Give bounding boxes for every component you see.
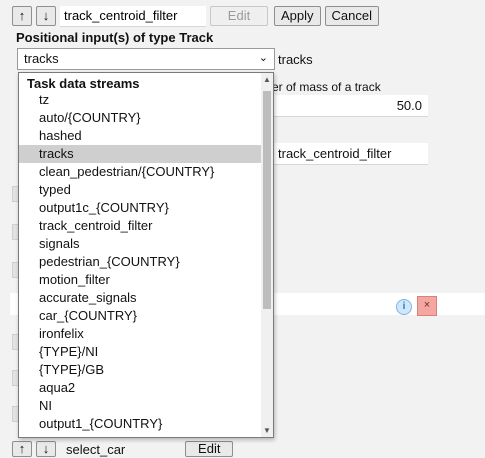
close-icon[interactable]: × [417,296,437,316]
dropdown-option[interactable]: tz [19,91,261,109]
dropdown-option[interactable]: motion_filter [19,271,261,289]
dropdown-option[interactable]: track_centroid_filter [19,217,261,235]
cancel-button[interactable]: Cancel [324,6,379,26]
dropdown-option[interactable]: NI [19,397,261,415]
scroll-thumb[interactable] [263,91,271,309]
dropdown-option[interactable]: pedestrian_{COUNTRY} [19,253,261,271]
move-down-button[interactable]: ↓ [36,441,56,457]
dropdown-option[interactable]: accurate_signals [19,289,261,307]
bottom-toolbar: ↑ ↓ select_car Edit [12,440,234,458]
dropdown-scrollbar[interactable]: ▲ ▼ [261,73,273,437]
dropdown-option[interactable]: tracks [19,145,261,163]
apply-button[interactable]: Apply [274,6,321,26]
scroll-down-icon[interactable]: ▼ [263,426,271,435]
dropdown-option[interactable]: clean_pedestrian/{COUNTRY} [19,163,261,181]
task-name-input[interactable] [60,5,206,27]
track-input-select[interactable]: tracks ⌄ [17,48,275,70]
dropdown-option[interactable]: output1c_{COUNTRY} [19,199,261,217]
dropdown-option[interactable]: ironfelix [19,325,261,343]
parameter-description: er of mass of a track [272,80,381,94]
dropdown-option[interactable]: {TYPE}/GB [19,361,261,379]
dropdown-option[interactable]: car_{COUNTRY} [19,307,261,325]
dropdown-option[interactable]: typed [19,181,261,199]
dropdown-option[interactable]: output1_{COUNTRY} [19,415,261,433]
dropdown-option[interactable]: signals [19,235,261,253]
chevron-down-icon: ⌄ [258,52,268,64]
edit-button[interactable]: Edit [210,6,268,26]
positional-inputs-title: Positional input(s) of type Track [16,30,214,45]
output-name-input[interactable]: track_centroid_filter [272,143,428,165]
dropdown-options: Task data streams tz auto/{COUNTRY} hashed… [19,73,261,433]
dropdown-option[interactable]: aqua2 [19,379,261,397]
parameter-number-input[interactable]: 50.0 [272,95,428,117]
info-icon[interactable]: i [396,299,412,315]
dropdown-option[interactable]: auto/{COUNTRY} [19,109,261,127]
edit-button[interactable]: Edit [185,441,234,457]
scroll-up-icon[interactable]: ▲ [263,75,271,84]
stream-dropdown-list[interactable]: Task data streams tz auto/{COUNTRY} hashed… [18,72,274,438]
optgroup-label: Task data streams [27,76,140,91]
task-name-label: select_car [66,441,126,457]
toolbar: ↑ ↓ Edit Apply Cancel [12,5,379,27]
move-down-button[interactable]: ↓ [36,6,56,26]
dropdown-option[interactable]: hashed [19,127,261,145]
dropdown-option[interactable]: {TYPE}/NI [19,343,261,361]
move-up-button[interactable]: ↑ [12,441,32,457]
selected-stream-label: tracks [278,52,313,67]
move-up-button[interactable]: ↑ [12,6,32,26]
select-value: tracks [24,51,59,66]
